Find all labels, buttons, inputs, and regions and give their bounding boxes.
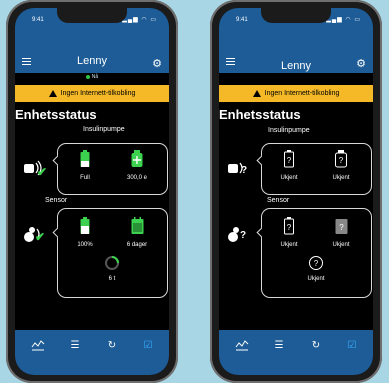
checklist-icon[interactable]: ☑ [140, 339, 156, 353]
sensor-status-card[interactable]: ? Ukjent ? Ukjent ? Ukjent [256, 208, 372, 298]
svg-text:?: ? [339, 156, 344, 165]
pump-battery: Full [62, 150, 108, 181]
sensor-battery: ? Ukjent [266, 217, 312, 248]
pump-ok-check-icon: ✔ [37, 165, 48, 179]
alert-text: Ingen Internett-tilkobling [60, 90, 136, 97]
pump-status-card[interactable]: ? Ukjent ? Ukjent [256, 143, 372, 195]
pump-reservoir: 300,0 e [114, 150, 160, 181]
svg-text:?: ? [314, 259, 319, 268]
status-time: 9:41 [236, 17, 248, 23]
sensor-battery-value: 100% [77, 242, 93, 248]
header-title: Lenny [281, 60, 311, 72]
pump-unknown-question-icon: ? [241, 165, 248, 176]
sensor-remaining-value: 6 dager [126, 242, 148, 248]
reservoir-unknown-icon: ? [335, 150, 347, 168]
question-circle-icon: ? [309, 256, 323, 270]
warning-icon [48, 90, 57, 97]
list-icon[interactable]: ☰ [67, 339, 83, 353]
phone-right: 9:41 ▂▄▆ ◠ ▭ Lenny ⚙ Ingen Internett-til… [210, 0, 382, 383]
sensor-remaining-value: Ukjent [332, 242, 350, 248]
sensor-status-value: Ukjent [307, 276, 325, 282]
sensor-warmup: 6 t [89, 255, 135, 282]
calendar-unknown-icon: ? [335, 219, 347, 234]
battery-full-icon [80, 150, 90, 167]
no-internet-banner: Ingen Internett-tilkobling [219, 85, 373, 102]
alert-text: Ingen Internett-tilkobling [264, 90, 340, 97]
sensor-remaining: ? Ukjent [318, 217, 364, 248]
reservoir-icon [131, 150, 143, 167]
svg-text:?: ? [287, 223, 292, 232]
pump-reservoir-value: 300,0 e [126, 175, 148, 181]
page-title: Enhetsstatus [15, 107, 97, 122]
timer-ring-icon [105, 256, 119, 270]
sensor-remaining: 6 dager [114, 217, 160, 248]
pump-reservoir-value: Ukjent [332, 175, 350, 181]
history-icon[interactable]: ↻ [104, 339, 120, 353]
calendar-icon [131, 217, 143, 234]
sensor-label: Sensor [267, 197, 290, 204]
online-dot-icon [85, 74, 90, 79]
card-pointer [52, 155, 63, 166]
connection-status: Nå [15, 74, 169, 80]
sensor-device-icon [227, 224, 251, 244]
phone-left: 9:41 ▂▄▆ ◠ ▭ Lenny ⚙ Nå Ingen Internett-… [6, 0, 178, 383]
battery-unknown-icon: ? [284, 217, 294, 235]
sensor-battery: 100% [62, 217, 108, 248]
chart-icon[interactable] [234, 339, 250, 353]
sensor-status: ? Ukjent [293, 255, 339, 282]
status-icons: ▂▄▆ ◠ ▭ [326, 17, 361, 23]
svg-text:?: ? [287, 156, 292, 165]
pump-reservoir: ? Ukjent [318, 150, 364, 181]
phone-notch [57, 8, 127, 23]
phone-notch [261, 8, 331, 23]
pump-device-icon [227, 158, 251, 178]
card-pointer [256, 155, 267, 166]
sensor-unknown-question-icon: ? [240, 230, 247, 241]
status-icons: ▂▄▆ ◠ ▭ [122, 17, 157, 23]
connection-status-text: Nå [91, 74, 99, 80]
pump-label: Insulinpumpe [83, 126, 125, 133]
pump-battery-value: Full [80, 175, 90, 181]
sensor-label: Sensor [45, 197, 68, 204]
history-icon[interactable]: ↻ [308, 339, 324, 353]
bottom-nav: ☰ ↻ ☑ [219, 330, 373, 375]
pump-battery: ? Ukjent [266, 150, 312, 181]
page-title: Enhetsstatus [219, 107, 301, 122]
battery-unknown-icon: ? [284, 150, 294, 168]
screen-right: 9:41 ▂▄▆ ◠ ▭ Lenny ⚙ Ingen Internett-til… [219, 8, 373, 375]
pump-battery-value: Ukjent [280, 175, 298, 181]
no-internet-banner: Ingen Internett-tilkobling [15, 85, 169, 102]
chart-icon[interactable] [30, 339, 46, 353]
list-icon[interactable]: ☰ [271, 339, 287, 353]
warning-icon [252, 90, 261, 97]
pump-label: Insulinpumpe [268, 127, 310, 134]
battery-full-icon [80, 217, 90, 234]
gear-icon[interactable]: ⚙ [152, 57, 162, 70]
sensor-battery-value: Ukjent [280, 242, 298, 248]
sensor-status-card[interactable]: 100% 6 dager 6 t [52, 208, 168, 298]
card-pointer [52, 227, 63, 238]
screen-left: 9:41 ▂▄▆ ◠ ▭ Lenny ⚙ Nå Ingen Internett-… [15, 8, 169, 375]
gear-icon[interactable]: ⚙ [356, 57, 366, 70]
header-title: Lenny [77, 55, 107, 67]
checklist-icon[interactable]: ☑ [344, 339, 360, 353]
status-time: 9:41 [32, 17, 44, 23]
svg-text:?: ? [339, 223, 344, 232]
card-pointer [256, 227, 267, 238]
sensor-ok-check-icon: ✔ [35, 230, 46, 244]
sensor-warmup-value: 6 t [108, 276, 116, 282]
bottom-nav: ☰ ↻ ☑ [15, 330, 169, 375]
pump-status-card[interactable]: Full 300,0 e [52, 143, 168, 195]
